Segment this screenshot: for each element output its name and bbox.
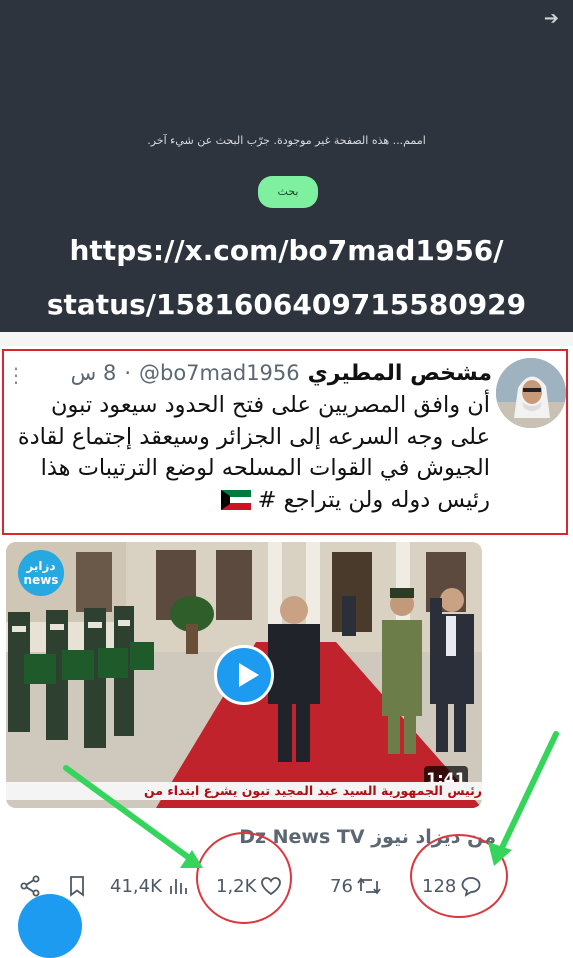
share-icon: [20, 875, 40, 897]
arrow-icon[interactable]: ➔: [544, 8, 559, 29]
timestamp[interactable]: 8 س: [71, 361, 117, 385]
highlight-circle-likes: [196, 832, 292, 924]
arrow-right: [497, 731, 559, 855]
retweet-icon: [357, 877, 381, 895]
kuwait-flag-icon: [220, 488, 251, 510]
tweet-body: أن وافق المصريين على فتح الحدود سيعود تب…: [17, 392, 490, 513]
highlight-circle-replies: [410, 834, 508, 918]
separator-dot: ·: [124, 361, 131, 385]
retweets-count: 76: [330, 875, 353, 897]
retweet-button[interactable]: 76: [330, 868, 382, 904]
url-line-1: https://x.com/bo7mad1956/: [69, 234, 504, 267]
handle[interactable]: @bo7mad1956: [139, 361, 300, 385]
avatar[interactable]: [496, 358, 566, 428]
views-count: 41,4K: [110, 875, 162, 897]
tweet-text: أن وافق المصريين على فتح الحدود سيعود تب…: [8, 390, 490, 516]
bookmark-button[interactable]: [66, 868, 88, 904]
search-button[interactable]: بحث: [258, 176, 318, 208]
url-line-2: status/1581606409715580929: [46, 288, 527, 321]
compose-button[interactable]: [18, 894, 82, 958]
play-icon[interactable]: [214, 645, 274, 705]
views-button[interactable]: 41,4K: [110, 868, 190, 904]
more-icon[interactable]: ⋮: [6, 360, 26, 390]
news-ticker: رئيس الجمهورية السيد عبد المجيد تبون يشر…: [6, 782, 482, 800]
divider: [0, 332, 573, 346]
bookmark-icon: [70, 876, 84, 897]
not-found-screenshot: ➔ اممم... هذه الصفحة غير موجودة. جرّب ال…: [0, 0, 573, 332]
not-found-message: اممم... هذه الصفحة غير موجودة. جرّب البح…: [147, 134, 426, 147]
tweet-header: مشخص المطيري @bo7mad1956 · 8 س: [30, 356, 492, 390]
views-icon: [169, 879, 187, 894]
channel-logo: دزاير news: [18, 550, 64, 596]
display-name[interactable]: مشخص المطيري: [308, 361, 492, 386]
